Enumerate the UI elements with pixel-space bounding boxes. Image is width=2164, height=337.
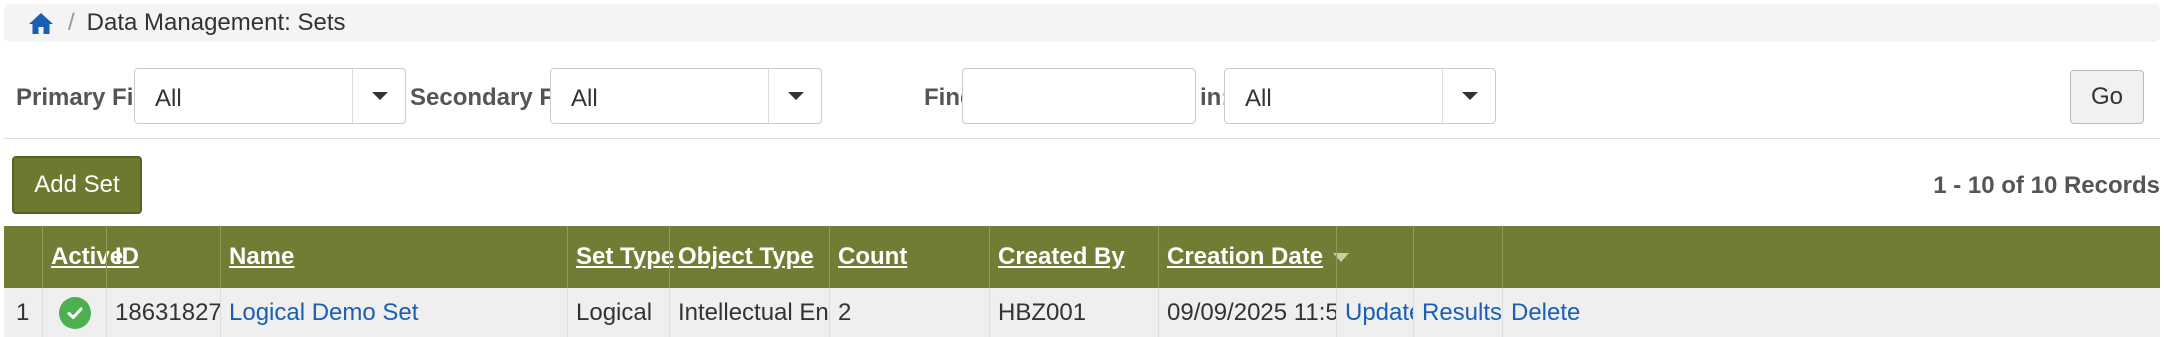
search-scope-select[interactable]: All [1224, 68, 1496, 124]
row-name-link[interactable]: Logical Demo Set [220, 288, 567, 337]
row-delete-link[interactable]: Delete [1502, 288, 2160, 337]
record-count: 1 - 10 of 10 Records [1933, 172, 2160, 199]
home-icon[interactable] [28, 10, 58, 36]
chevron-down-icon[interactable] [768, 69, 821, 123]
breadcrumb: / Data Management: Sets [4, 4, 2160, 42]
column-header-created-by[interactable]: Created By [989, 226, 1158, 288]
breadcrumb-separator: / [68, 9, 75, 36]
column-header-creation-date-label: Creation Date [1167, 243, 1324, 270]
row-set-type: Logical [567, 288, 669, 337]
column-header-results [1413, 226, 1502, 288]
row-active-cell [42, 288, 106, 337]
secondary-filter-value: All [571, 85, 598, 112]
table-header: Active ID Name Set Type Object Type Coun… [4, 226, 2160, 288]
column-header-active[interactable]: Active [42, 226, 123, 288]
row-update-link[interactable]: Update [1336, 288, 1413, 337]
row-index: 1 [16, 298, 30, 326]
secondary-filter-select[interactable]: All [550, 68, 822, 124]
column-header-id[interactable]: ID [106, 226, 220, 288]
add-set-button[interactable]: Add Set [12, 156, 142, 214]
chevron-down-icon[interactable] [1442, 69, 1495, 123]
primary-filter-select[interactable]: All [134, 68, 406, 124]
column-header-index [4, 226, 42, 288]
row-results-link[interactable]: Results [1413, 288, 1502, 337]
row-count: 2 [829, 288, 989, 337]
search-scope-value: All [1245, 85, 1272, 112]
row-creation-date: 09/09/2025 11:55:58 [1158, 288, 1336, 337]
chevron-down-icon[interactable] [352, 69, 405, 123]
column-header-set-type[interactable]: Set Type [567, 226, 674, 288]
find-input[interactable] [962, 68, 1196, 124]
active-check-icon [58, 296, 91, 329]
column-header-count[interactable]: Count [829, 226, 989, 288]
page-title: Data Management: Sets [86, 9, 346, 36]
column-header-name[interactable]: Name [220, 226, 567, 288]
column-header-creation-date[interactable]: Creation Date [1158, 226, 1350, 288]
row-id: 186318279 [106, 288, 220, 337]
row-created-by: HBZ001 [989, 288, 1158, 337]
column-header-delete [1502, 226, 2160, 288]
column-header-update [1336, 226, 1413, 288]
column-header-object-type[interactable]: Object Type [669, 226, 829, 288]
primary-filter-value: All [155, 85, 182, 112]
table-row: 1 186318279 Logical Demo Set Logical Int… [4, 288, 2160, 337]
go-button[interactable]: Go [2070, 70, 2144, 124]
filter-bar: Primary Filter: All Secondary Filter: Al… [4, 60, 2160, 139]
row-object-type: Intellectual Entity [669, 288, 829, 337]
